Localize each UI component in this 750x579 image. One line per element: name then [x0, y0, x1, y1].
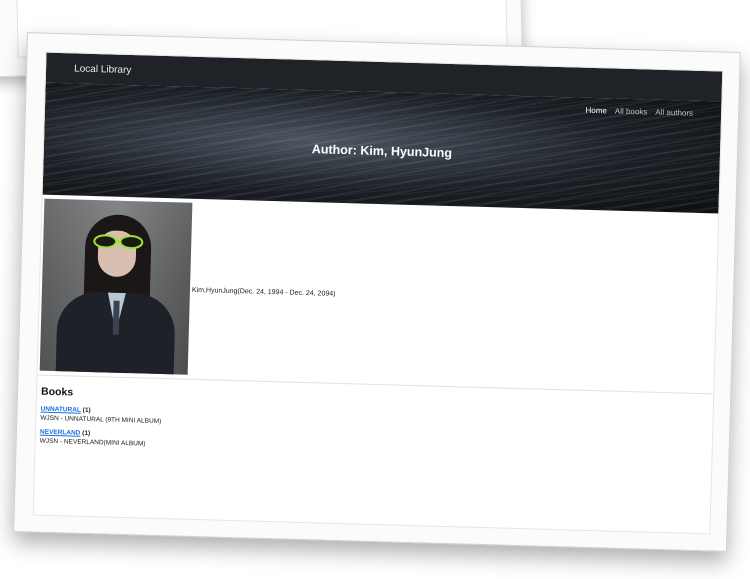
book-count: (1): [82, 429, 91, 438]
book-title-link[interactable]: NEVERLAND: [40, 429, 81, 437]
hero-banner: Home All books All authors Author: Kim, …: [42, 82, 722, 214]
web-page: Local Library Home All books All authors…: [32, 51, 724, 535]
book-title-link[interactable]: UNNATURAL: [41, 406, 82, 414]
nav-all-authors-link[interactable]: All authors: [655, 108, 693, 118]
nav-all-books-link[interactable]: All books: [615, 107, 648, 117]
author-details: Kim,HyunJung(Dec. 24, 1994 - Dec. 24, 20…: [191, 286, 336, 298]
hero-nav-links: Home All books All authors: [585, 106, 693, 118]
brand-link[interactable]: Local Library: [74, 63, 132, 76]
book-summary: WJSN - NEVERLAND(MINI ALBUM): [39, 437, 146, 448]
nav-home-link[interactable]: Home: [585, 106, 607, 116]
author-section: Kim,HyunJung(Dec. 24, 1994 - Dec. 24, 20…: [37, 194, 719, 395]
author-photo: [39, 198, 193, 375]
browser-window: Local Library Home All books All authors…: [13, 32, 741, 552]
book-count: (1): [82, 406, 91, 415]
page-title: Author: Kim, HyunJung: [311, 142, 453, 161]
alien-glasses-icon: [93, 234, 144, 250]
